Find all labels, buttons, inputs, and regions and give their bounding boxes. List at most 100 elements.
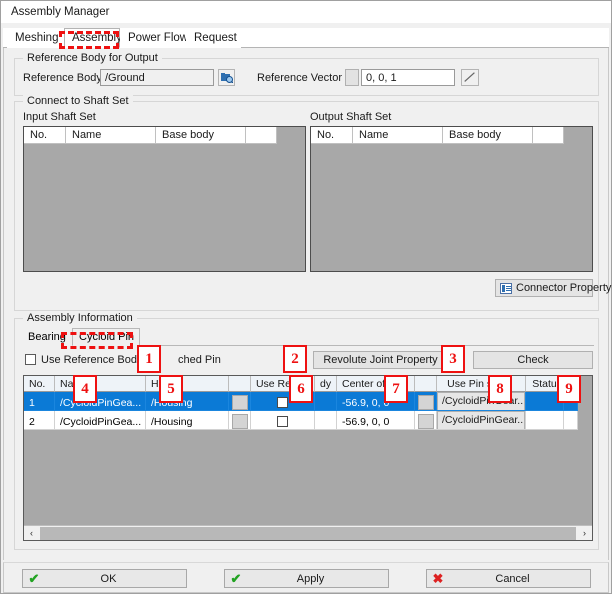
revolute-joint-property-button[interactable]: Revolute Joint Property bbox=[313, 351, 448, 369]
annotation-3: 3 bbox=[441, 345, 465, 373]
output-col-extra[interactable] bbox=[533, 127, 564, 144]
annotation-6: 6 bbox=[289, 375, 313, 403]
browse-body-button[interactable] bbox=[218, 69, 235, 86]
pick-body-button[interactable] bbox=[231, 395, 248, 410]
tab-meshing[interactable]: Meshing bbox=[7, 28, 64, 48]
tab-assembly-label: Assembly bbox=[72, 32, 122, 44]
ok-button[interactable]: ✔ OK bbox=[22, 569, 187, 588]
input-shaft-set-list[interactable]: No. Name Base body bbox=[23, 126, 306, 272]
apply-check-icon: ✔ bbox=[230, 570, 242, 586]
subtab-cycloid-pin-label: Cycloid Pin bbox=[79, 331, 135, 343]
pick-center-button[interactable] bbox=[417, 395, 434, 410]
reference-vector-color-button[interactable] bbox=[345, 69, 359, 86]
cell-use-pin-set[interactable]: /CycloidPinGear... ▼ bbox=[437, 411, 526, 430]
output-col-base-body[interactable]: Base body bbox=[443, 127, 533, 144]
output-col-name[interactable]: Name bbox=[353, 127, 443, 144]
assembly-information-group-title: Assembly Information bbox=[23, 312, 137, 324]
assembly-sub-tab-strip: Bearing Cycloid Pin bbox=[21, 328, 594, 346]
cancel-button-label: Cancel bbox=[495, 572, 530, 585]
grid-horizontal-scrollbar[interactable]: ‹ › bbox=[24, 525, 592, 540]
cell-body-spacer bbox=[315, 392, 337, 411]
output-shaft-set-label: Output Shaft Set bbox=[310, 111, 392, 123]
subtab-bearing-label: Bearing bbox=[28, 331, 66, 343]
annotation-7: 7 bbox=[384, 375, 408, 403]
cancel-x-icon: ✖ bbox=[432, 570, 444, 586]
input-shaft-set-header: No. Name Base body bbox=[24, 127, 277, 144]
cell-center-pick-wrap[interactable] bbox=[415, 392, 437, 411]
reference-body-group: Reference Body for Output Reference Body… bbox=[14, 52, 599, 96]
connector-property-label: Connector Property bbox=[516, 282, 612, 294]
grid-col-center-pick[interactable] bbox=[415, 376, 437, 392]
use-pin-set-combo[interactable]: /CycloidPinGear... ▼ bbox=[437, 411, 525, 429]
connector-property-button[interactable]: Connector Property bbox=[495, 279, 611, 297]
cell-name[interactable]: /CycloidPinGea... bbox=[55, 411, 146, 430]
connect-shaft-set-group-title: Connect to Shaft Set bbox=[23, 95, 133, 107]
check-button-label: Check bbox=[517, 354, 549, 366]
tab-meshing-label: Meshing bbox=[15, 32, 59, 44]
apply-button[interactable]: ✔ Apply bbox=[224, 569, 389, 588]
assembly-tab-panel: Reference Body for Output Reference Body… bbox=[3, 48, 611, 560]
cell-use-reference[interactable] bbox=[251, 411, 315, 430]
output-col-no[interactable]: No. bbox=[311, 127, 353, 144]
use-reference-row-checkbox[interactable] bbox=[277, 397, 288, 408]
window-title-bar: Assembly Manager bbox=[1, 1, 611, 23]
grid-col-no[interactable]: No. bbox=[24, 376, 55, 392]
output-shaft-set-list[interactable]: No. Name Base body bbox=[310, 126, 593, 272]
scroll-left-button[interactable]: ‹ bbox=[24, 525, 39, 540]
pick-body-button[interactable] bbox=[231, 414, 248, 429]
use-pin-set-value: /CycloidPinGear... bbox=[442, 395, 525, 407]
tab-power-flow-label: Power Flow bbox=[128, 32, 189, 44]
tab-request-label: Request bbox=[194, 32, 237, 44]
ok-check-icon: ✔ bbox=[28, 570, 40, 586]
cell-pick-button-wrap[interactable] bbox=[229, 392, 251, 411]
cell-no: 1 bbox=[24, 392, 55, 411]
input-col-base-body[interactable]: Base body bbox=[156, 127, 246, 144]
input-shaft-set-label: Input Shaft Set bbox=[23, 111, 96, 123]
subtab-bearing[interactable]: Bearing bbox=[21, 328, 72, 346]
cancel-button[interactable]: ✖ Cancel bbox=[426, 569, 591, 588]
annotation-9: 9 bbox=[557, 375, 581, 403]
page-title: Assembly Manager bbox=[11, 6, 110, 18]
assembly-manager-window: Assembly Manager Meshing Assembly Power … bbox=[0, 0, 612, 594]
cell-body-spacer bbox=[315, 411, 337, 430]
tab-request[interactable]: Request bbox=[186, 28, 241, 48]
cell-name[interactable]: /CycloidPinGea... bbox=[55, 392, 146, 411]
annotation-5: 5 bbox=[159, 375, 183, 403]
connector-property-icon bbox=[500, 282, 512, 294]
reference-body-input[interactable]: /Ground bbox=[100, 69, 214, 86]
cell-status bbox=[526, 411, 564, 430]
table-row[interactable]: 2 /CycloidPinGea... /Housing -56.9, 0, 0 bbox=[24, 411, 578, 430]
grid-col-body[interactable]: dy bbox=[315, 376, 337, 392]
revolute-joint-property-label: Revolute Joint Property bbox=[323, 354, 438, 366]
input-col-no[interactable]: No. bbox=[24, 127, 66, 144]
pick-center-button[interactable] bbox=[417, 414, 434, 429]
connect-shaft-set-group: Connect to Shaft Set Input Shaft Set Out… bbox=[14, 95, 611, 311]
reference-vector-input[interactable]: 0, 0, 1 bbox=[361, 69, 455, 86]
check-button[interactable]: Check bbox=[473, 351, 593, 369]
input-col-extra[interactable] bbox=[246, 127, 277, 144]
scroll-right-button[interactable]: › bbox=[577, 525, 592, 540]
reference-vector-label: Reference Vector bbox=[257, 72, 342, 84]
tab-power-flow[interactable]: Power Flow bbox=[120, 28, 189, 48]
cell-housing[interactable]: /Housing bbox=[146, 411, 229, 430]
main-tab-strip: Meshing Assembly Power Flow Request bbox=[3, 28, 609, 48]
cell-pick-button-wrap[interactable] bbox=[229, 411, 251, 430]
subtab-cycloid-pin[interactable]: Cycloid Pin bbox=[72, 328, 140, 346]
cell-center[interactable]: -56.9, 0, 0 bbox=[337, 411, 415, 430]
input-col-name[interactable]: Name bbox=[66, 127, 156, 144]
annotation-4: 4 bbox=[73, 375, 97, 403]
tab-assembly[interactable]: Assembly bbox=[64, 28, 122, 48]
use-reference-body-checkbox[interactable] bbox=[25, 354, 36, 365]
grid-col-name[interactable]: Na bbox=[55, 376, 146, 392]
grid-col-pin-arrow[interactable] bbox=[512, 376, 526, 392]
grid-col-pick[interactable] bbox=[229, 376, 251, 392]
scroll-thumb[interactable] bbox=[40, 526, 576, 540]
cell-use-pin-set[interactable]: /CycloidPinGear... ▼ bbox=[437, 392, 526, 411]
reference-body-label: Reference Body bbox=[23, 72, 102, 84]
reference-body-group-title: Reference Body for Output bbox=[23, 52, 162, 64]
use-reference-row-checkbox[interactable] bbox=[277, 416, 288, 427]
vector-pick-button[interactable] bbox=[461, 69, 479, 86]
output-shaft-set-header: No. Name Base body bbox=[311, 127, 564, 144]
cell-center-pick-wrap[interactable] bbox=[415, 411, 437, 430]
apply-button-label: Apply bbox=[296, 572, 325, 585]
